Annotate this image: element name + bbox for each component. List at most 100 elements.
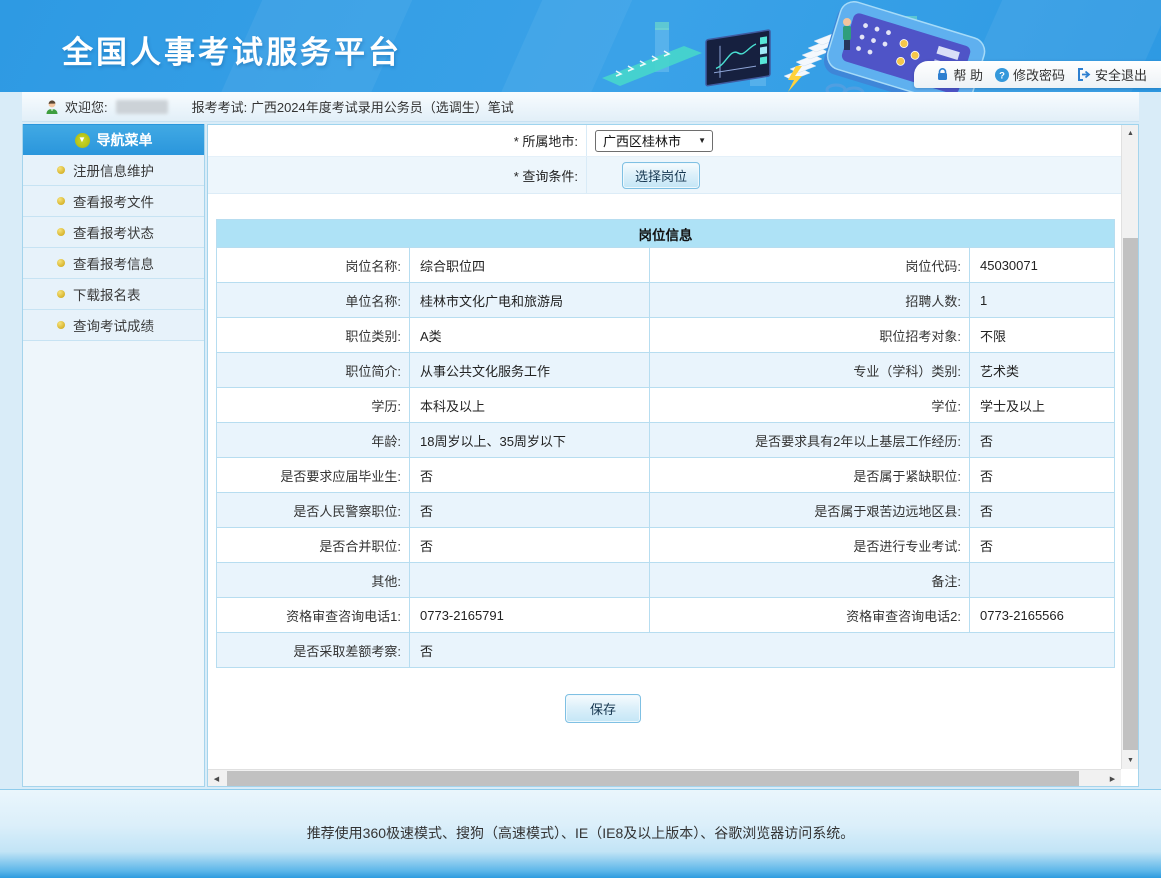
field-label: 资格审查咨询电话1: — [217, 598, 410, 633]
bullet-icon — [57, 259, 65, 267]
scroll-down-arrow[interactable]: ▼ — [1122, 752, 1139, 769]
field-label: 岗位代码: — [650, 248, 970, 283]
field-value — [410, 563, 650, 598]
table-row: 单位名称: 桂林市文化广电和旅游局 招聘人数: 1 — [217, 283, 1115, 318]
sidebar-item-exam-documents[interactable]: 查看报考文件 — [23, 186, 204, 217]
bullet-icon — [57, 197, 65, 205]
svg-text:?: ? — [999, 70, 1005, 81]
field-value: 18周岁以上、35周岁以下 — [410, 423, 650, 458]
scroll-up-arrow[interactable]: ▲ — [1122, 125, 1139, 142]
change-password-label: 修改密码 — [1013, 65, 1065, 84]
field-label: 其他: — [217, 563, 410, 598]
lock-icon — [936, 68, 949, 81]
field-label: 是否属于紧缺职位: — [650, 458, 970, 493]
scroll-right-arrow[interactable]: ▶ — [1104, 770, 1121, 787]
field-value: 桂林市文化广电和旅游局 — [410, 283, 650, 318]
vertical-scrollbar[interactable]: ▲ ▼ — [1121, 125, 1138, 769]
table-row: 是否人民警察职位: 否 是否属于艰苦边远地区县: 否 — [217, 493, 1115, 528]
page-footer: 推荐使用360极速模式、搜狗（高速模式）、IE（IE8及以上版本）、谷歌浏览器访… — [0, 789, 1161, 878]
field-value: A类 — [410, 318, 650, 353]
field-label: 是否属于艰苦边远地区县: — [650, 493, 970, 528]
nav-menu-header[interactable]: ▼ 导航菜单 — [23, 124, 204, 155]
content-scroll-area: * 所属地市: 广西区桂林市 ▼ * 查询条件: 选择岗位 岗位信息 — [208, 125, 1123, 769]
page-title: 全国人事考试服务平台 — [62, 27, 402, 72]
field-label: 是否进行专业考试: — [650, 528, 970, 563]
field-label: 职位简介: — [217, 353, 410, 388]
city-select[interactable]: 广西区桂林市 ▼ — [595, 130, 713, 152]
table-row: 其他: 备注: — [217, 563, 1115, 598]
field-label: 资格审查咨询电话2: — [650, 598, 970, 633]
chevron-down-icon: ▼ — [698, 136, 706, 145]
table-row: 资格审查咨询电话1: 0773-2165791 资格审查咨询电话2: 0773-… — [217, 598, 1115, 633]
select-post-button[interactable]: 选择岗位 — [622, 162, 700, 189]
sidebar-item-label: 查看报考状态 — [73, 222, 154, 242]
content-panel: * 所属地市: 广西区桂林市 ▼ * 查询条件: 选择岗位 岗位信息 — [207, 124, 1139, 787]
field-value: 否 — [970, 458, 1115, 493]
city-select-value: 广西区桂林市 — [603, 131, 681, 150]
user-avatar-icon — [44, 99, 60, 115]
field-label: 学位: — [650, 388, 970, 423]
change-password-link[interactable]: ? 修改密码 — [995, 65, 1065, 84]
welcome-bar: 欢迎您: 报考考试: 广西2024年度考试录用公务员（选调生）笔试 — [22, 92, 1139, 122]
logout-label: 安全退出 — [1095, 65, 1147, 84]
field-value: 从事公共文化服务工作 — [410, 353, 650, 388]
help-link[interactable]: 帮 助 — [936, 65, 983, 84]
field-value: 艺术类 — [970, 353, 1115, 388]
table-row: 学历: 本科及以上 学位: 学士及以上 — [217, 388, 1115, 423]
exam-name-text: 报考考试: 广西2024年度考试录用公务员（选调生）笔试 — [192, 97, 514, 116]
table-title: 岗位信息 — [217, 220, 1115, 248]
sidebar-item-exam-scores[interactable]: 查询考试成绩 — [23, 310, 204, 341]
field-value: 否 — [410, 633, 1115, 668]
field-label: 专业（学科）类别: — [650, 353, 970, 388]
field-label: 是否人民警察职位: — [217, 493, 410, 528]
condition-label: * 查询条件: — [208, 166, 586, 185]
condition-form-row: * 查询条件: 选择岗位 — [208, 157, 1123, 194]
vertical-scrollbar-thumb[interactable] — [1123, 238, 1138, 750]
field-label: 职位类别: — [217, 318, 410, 353]
horizontal-scrollbar-thumb[interactable] — [227, 771, 1079, 786]
logout-icon — [1077, 68, 1091, 81]
field-label: 单位名称: — [217, 283, 410, 318]
scroll-left-arrow[interactable]: ◀ — [208, 770, 225, 787]
sidebar-item-register-info[interactable]: 注册信息维护 — [23, 155, 204, 186]
sidebar-item-download-form[interactable]: 下载报名表 — [23, 279, 204, 310]
field-label: 学历: — [217, 388, 410, 423]
field-value: 否 — [970, 493, 1115, 528]
menu-toggle-icon: ▼ — [75, 133, 90, 148]
bullet-icon — [57, 290, 65, 298]
field-label: 年龄: — [217, 423, 410, 458]
welcome-greeting: 欢迎您: — [65, 97, 108, 116]
app-header: 全国人事考试服务平台 — [0, 0, 1161, 92]
horizontal-scrollbar[interactable]: ◀ ▶ — [208, 769, 1121, 786]
field-value: 1 — [970, 283, 1115, 318]
table-row: 职位类别: A类 职位招考对象: 不限 — [217, 318, 1115, 353]
sidebar-item-application-status[interactable]: 查看报考状态 — [23, 217, 204, 248]
save-button[interactable]: 保存 — [565, 694, 641, 723]
nav-menu-title: 导航菜单 — [97, 130, 153, 150]
sidebar-item-label: 查看报考文件 — [73, 191, 154, 211]
sidebar-item-label: 查看报考信息 — [73, 253, 154, 273]
sidebar-item-application-info[interactable]: 查看报考信息 — [23, 248, 204, 279]
utility-bar: 帮 助 ? 修改密码 安全退出 — [914, 61, 1161, 88]
bullet-icon — [57, 166, 65, 174]
field-value: 学士及以上 — [970, 388, 1115, 423]
logout-link[interactable]: 安全退出 — [1077, 65, 1147, 84]
city-form-row: * 所属地市: 广西区桂林市 ▼ — [208, 125, 1123, 157]
field-label: 是否要求具有2年以上基层工作经历: — [650, 423, 970, 458]
table-row: 是否要求应届毕业生: 否 是否属于紧缺职位: 否 — [217, 458, 1115, 493]
bullet-icon — [57, 321, 65, 329]
field-value: 否 — [970, 528, 1115, 563]
city-label: * 所属地市: — [208, 131, 586, 150]
field-value: 综合职位四 — [410, 248, 650, 283]
field-value: 否 — [410, 493, 650, 528]
question-icon: ? — [995, 68, 1009, 82]
browser-recommendation-text: 推荐使用360极速模式、搜狗（高速模式）、IE（IE8及以上版本）、谷歌浏览器访… — [0, 790, 1161, 843]
field-value: 否 — [970, 423, 1115, 458]
field-value: 本科及以上 — [410, 388, 650, 423]
table-row: 岗位名称: 综合职位四 岗位代码: 45030071 — [217, 248, 1115, 283]
sidebar-item-label: 注册信息维护 — [73, 160, 154, 180]
help-label: 帮 助 — [953, 65, 983, 84]
sidebar: ▼ 导航菜单 注册信息维护 查看报考文件 查看报考状态 查看报考信息 下载报名表… — [22, 124, 205, 787]
field-value: 否 — [410, 528, 650, 563]
table-row: 职位简介: 从事公共文化服务工作 专业（学科）类别: 艺术类 — [217, 353, 1115, 388]
